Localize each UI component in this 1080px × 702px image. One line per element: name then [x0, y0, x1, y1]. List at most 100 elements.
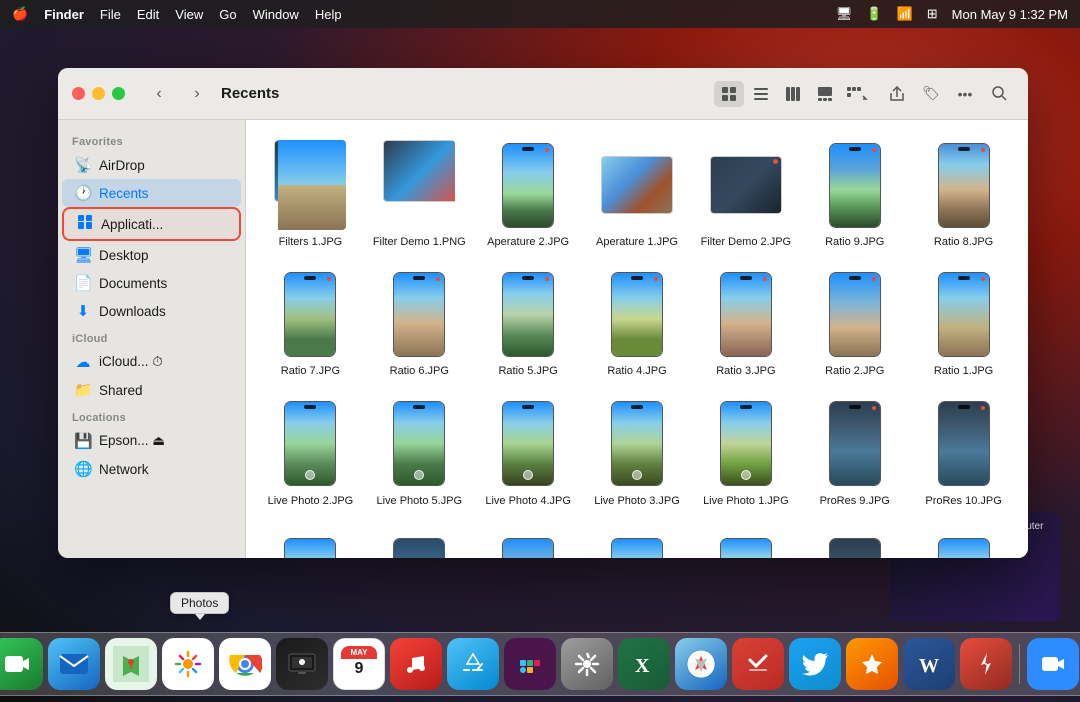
- menu-view[interactable]: View: [175, 7, 203, 22]
- file-item[interactable]: Ratio 9.JPG: [800, 134, 909, 255]
- column-view-button[interactable]: [778, 81, 808, 107]
- menu-help[interactable]: Help: [315, 7, 342, 22]
- minimize-button[interactable]: [92, 87, 105, 100]
- dock-item-system-prefs[interactable]: [561, 638, 613, 690]
- maximize-button[interactable]: [112, 87, 125, 100]
- file-item[interactable]: Live Photo 3.JPG: [583, 393, 692, 514]
- dock-item-maps[interactable]: [105, 638, 157, 690]
- dock-item-slack[interactable]: [504, 638, 556, 690]
- dock-item-facetime[interactable]: [0, 638, 43, 690]
- sidebar-item-airdrop[interactable]: 📡 AirDrop: [62, 151, 241, 179]
- file-item[interactable]: [691, 522, 800, 558]
- network-icon: 🌐: [74, 460, 92, 478]
- file-item[interactable]: Aperature 1.JPG: [583, 134, 692, 255]
- file-name: Live Photo 5.JPG: [376, 494, 462, 508]
- more-button[interactable]: •••: [950, 81, 980, 107]
- file-name: Ratio 3.JPG: [716, 364, 775, 378]
- file-thumbnail: [601, 140, 673, 230]
- file-name: Aperature 1.JPG: [596, 235, 678, 249]
- file-item[interactable]: Live Photo 4.JPG: [474, 393, 583, 514]
- dock-item-safari[interactable]: [675, 638, 727, 690]
- file-item[interactable]: Ratio 8.JPG: [909, 134, 1018, 255]
- dock-item-music[interactable]: [390, 638, 442, 690]
- sidebar-item-network[interactable]: 🌐 Network: [62, 455, 241, 483]
- file-item[interactable]: Live Photo 5.JPG: [365, 393, 474, 514]
- file-item[interactable]: Ratio 7.JPG: [256, 263, 365, 384]
- file-name: Live Photo 1.JPG: [703, 494, 789, 508]
- sidebar-item-icloud[interactable]: ☁ iCloud... ⏱: [62, 348, 241, 376]
- file-name: ProRes 9.JPG: [820, 494, 890, 508]
- file-item[interactable]: Ratio 4.JPG: [583, 263, 692, 384]
- file-thumbnail: [928, 399, 1000, 489]
- file-item[interactable]: Ratio 5.JPG: [474, 263, 583, 384]
- network-label: Network: [99, 462, 149, 477]
- file-item[interactable]: Ratio 6.JPG: [365, 263, 474, 384]
- file-item[interactable]: Ratio 2.JPG: [800, 263, 909, 384]
- apple-menu[interactable]: 🍎: [12, 6, 28, 22]
- dock-item-reeder[interactable]: [846, 638, 898, 690]
- file-name: Ratio 6.JPG: [390, 364, 449, 378]
- share-button[interactable]: [882, 81, 912, 107]
- file-item[interactable]: Ratio 3.JPG: [691, 263, 800, 384]
- dock-item-todoist[interactable]: [732, 638, 784, 690]
- file-item[interactable]: [474, 522, 583, 558]
- file-item[interactable]: [583, 522, 692, 558]
- file-item[interactable]: Live Photo 1.JPG: [691, 393, 800, 514]
- control-center-icon[interactable]: ⊞: [927, 6, 938, 22]
- file-name: Ratio 7.JPG: [281, 364, 340, 378]
- dock-item-zoom[interactable]: [1027, 638, 1079, 690]
- dock-item-word[interactable]: W: [903, 638, 955, 690]
- file-item[interactable]: Filter Demo 1.PNG: [365, 134, 474, 255]
- sidebar-item-documents[interactable]: 📄 Documents: [62, 269, 241, 297]
- sidebar-item-applications[interactable]: Applicati...: [62, 207, 241, 241]
- sidebar-item-recents[interactable]: 🕐 Recents: [62, 179, 241, 207]
- file-item[interactable]: ProRes 9.JPG: [800, 393, 909, 514]
- menu-go[interactable]: Go: [219, 7, 236, 22]
- file-name: Live Photo 4.JPG: [485, 494, 571, 508]
- list-view-button[interactable]: [746, 81, 776, 107]
- menu-edit[interactable]: Edit: [137, 7, 159, 22]
- file-item[interactable]: ProRes 10.JPG: [909, 393, 1018, 514]
- desktop-label: Desktop: [99, 248, 149, 263]
- dock-item-chrome[interactable]: [219, 638, 271, 690]
- icon-view-button[interactable]: [714, 81, 744, 107]
- forward-button[interactable]: ›: [183, 80, 211, 108]
- file-item[interactable]: [909, 522, 1018, 558]
- file-thumbnail: [819, 140, 891, 230]
- file-thumbnail: [601, 399, 673, 489]
- file-item[interactable]: [365, 522, 474, 558]
- menu-window[interactable]: Window: [253, 7, 299, 22]
- dock-item-spark[interactable]: [960, 638, 1012, 690]
- sidebar-item-epson[interactable]: 💾 Epson... ⏏: [62, 427, 241, 455]
- menu-file[interactable]: File: [100, 7, 121, 22]
- file-thumbnail: [710, 528, 782, 558]
- file-item[interactable]: Filter Demo 2.JPG: [691, 134, 800, 255]
- gallery-view-button[interactable]: [810, 81, 840, 107]
- sidebar-item-desktop[interactable]: 🖥 Desktop: [62, 241, 241, 269]
- back-button[interactable]: ‹: [145, 80, 173, 108]
- sidebar-item-shared[interactable]: 📁 Shared: [62, 376, 241, 404]
- dock-item-calendar[interactable]: MAY 9: [333, 638, 385, 690]
- menu-bar: 🍎 Finder File Edit View Go Window Help 🖥…: [0, 0, 1080, 28]
- dock-item-twitter[interactable]: [789, 638, 841, 690]
- file-item[interactable]: [256, 522, 365, 558]
- dock-item-mail[interactable]: [48, 638, 100, 690]
- file-item[interactable]: Live Photo 2.JPG: [256, 393, 365, 514]
- shared-label: Shared: [99, 383, 143, 398]
- group-view-button[interactable]: [842, 81, 872, 107]
- file-name: Ratio 2.JPG: [825, 364, 884, 378]
- app-name[interactable]: Finder: [44, 7, 84, 22]
- dock-item-appletv[interactable]: [276, 638, 328, 690]
- file-item[interactable]: Ratio 1.JPG: [909, 263, 1018, 384]
- search-button[interactable]: [984, 81, 1014, 107]
- dock-item-photos[interactable]: [162, 638, 214, 690]
- dock-item-appstore[interactable]: [447, 638, 499, 690]
- file-item[interactable]: [800, 522, 909, 558]
- dock-item-excel[interactable]: X: [618, 638, 670, 690]
- file-thumbnail: [819, 269, 891, 359]
- file-item[interactable]: Filters 1.JPG: [256, 134, 365, 255]
- tag-button[interactable]: 🏷: [916, 81, 946, 107]
- sidebar-item-downloads[interactable]: ⬇ Downloads: [62, 297, 241, 325]
- close-button[interactable]: [72, 87, 85, 100]
- file-item[interactable]: Aperature 2.JPG: [474, 134, 583, 255]
